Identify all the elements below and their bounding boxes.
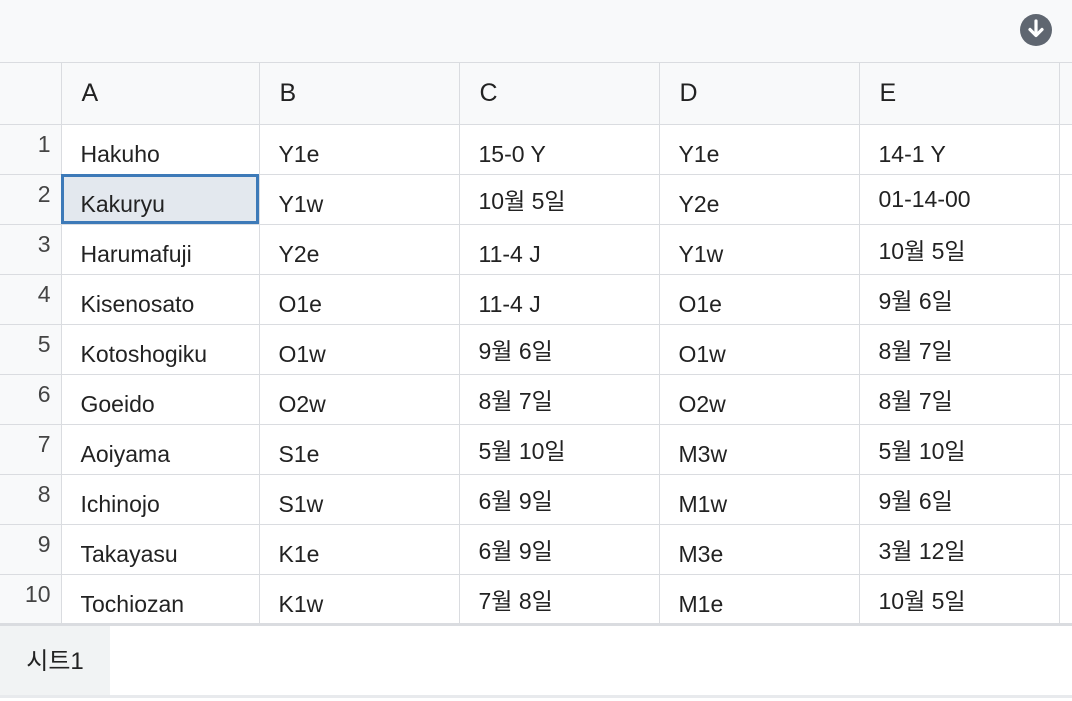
cell-overflow xyxy=(1058,423,1072,475)
cell-b3[interactable]: Y2e xyxy=(258,223,460,275)
cell-c9[interactable]: 6월 9일 xyxy=(458,523,660,575)
table-row: 1 Hakuho Y1e 15-0 Y Y1e 14-1 Y xyxy=(0,123,1072,175)
cell-e1[interactable]: 14-1 Y xyxy=(858,123,1060,175)
table-row: 8 Ichinojo S1w 6월 9일 M1w 9월 6일 xyxy=(0,473,1072,525)
cell-b6[interactable]: O2w xyxy=(258,373,460,425)
cell-e7[interactable]: 5월 10일 xyxy=(858,423,1060,475)
cell-d6[interactable]: O2w xyxy=(658,373,860,425)
row-header[interactable]: 7 xyxy=(0,423,62,475)
cell-c5[interactable]: 9월 6일 xyxy=(458,323,660,375)
cell-d3[interactable]: Y1w xyxy=(658,223,860,275)
cell-overflow xyxy=(1058,173,1072,225)
cell-a6[interactable]: Goeido xyxy=(60,373,260,425)
cell-d5[interactable]: O1w xyxy=(658,323,860,375)
toolbar xyxy=(0,0,1072,63)
cell-a3[interactable]: Harumafuji xyxy=(60,223,260,275)
column-header-row: A B C D E xyxy=(0,63,1072,125)
row-header[interactable]: 1 xyxy=(0,124,62,175)
cell-b10[interactable]: K1w xyxy=(258,573,460,625)
row-header[interactable]: 10 xyxy=(0,573,62,625)
column-header-d[interactable]: D xyxy=(658,63,860,125)
cell-a2[interactable]: Kakuryu xyxy=(60,173,260,225)
cell-c3[interactable]: 11-4 J xyxy=(458,223,660,275)
column-header-c[interactable]: C xyxy=(458,63,660,125)
cell-overflow xyxy=(1058,573,1072,625)
row-header[interactable]: 5 xyxy=(0,323,62,375)
cell-e9[interactable]: 3월 12일 xyxy=(858,523,1060,575)
cell-overflow xyxy=(1058,123,1072,175)
table-row: 7 Aoiyama S1e 5월 10일 M3w 5월 10일 xyxy=(0,423,1072,475)
cell-c8[interactable]: 6월 9일 xyxy=(458,473,660,525)
cell-c10[interactable]: 7월 8일 xyxy=(458,573,660,625)
table-row: 10 Tochiozan K1w 7월 8일 M1e 10월 5일 xyxy=(0,573,1072,625)
cell-overflow xyxy=(1058,473,1072,525)
row-header[interactable]: 2 xyxy=(0,173,62,225)
cell-b5[interactable]: O1w xyxy=(258,323,460,375)
cell-a8[interactable]: Ichinojo xyxy=(60,473,260,525)
cell-b2[interactable]: Y1w xyxy=(258,173,460,225)
table-row: 4 Kisenosato O1e 11-4 J O1e 9월 6일 xyxy=(0,273,1072,325)
sheet-tab-bar: 시트1 xyxy=(0,623,1072,701)
cell-e5[interactable]: 8월 7일 xyxy=(858,323,1060,375)
column-header-overflow xyxy=(1058,63,1072,125)
cell-a1[interactable]: Hakuho xyxy=(60,123,260,175)
row-header[interactable]: 3 xyxy=(0,223,62,275)
table-row: 6 Goeido O2w 8월 7일 O2w 8월 7일 xyxy=(0,373,1072,425)
cell-a5[interactable]: Kotoshogiku xyxy=(60,323,260,375)
cell-c2[interactable]: 10월 5일 xyxy=(458,173,660,225)
cell-b7[interactable]: S1e xyxy=(258,423,460,475)
cell-d7[interactable]: M3w xyxy=(658,423,860,475)
cell-c1[interactable]: 15-0 Y xyxy=(458,123,660,175)
cell-overflow xyxy=(1058,273,1072,325)
row-header[interactable]: 6 xyxy=(0,373,62,425)
cell-overflow xyxy=(1058,373,1072,425)
cell-e3[interactable]: 10월 5일 xyxy=(858,223,1060,275)
row-header[interactable]: 9 xyxy=(0,523,62,575)
table-row: 9 Takayasu K1e 6월 9일 M3e 3월 12일 xyxy=(0,523,1072,575)
cell-b9[interactable]: K1e xyxy=(258,523,460,575)
cell-b4[interactable]: O1e xyxy=(258,273,460,325)
cell-d2[interactable]: Y2e xyxy=(658,173,860,225)
cell-d9[interactable]: M3e xyxy=(658,523,860,575)
cell-overflow xyxy=(1058,523,1072,575)
row-header[interactable]: 4 xyxy=(0,273,62,325)
cell-c6[interactable]: 8월 7일 xyxy=(458,373,660,425)
cell-c7[interactable]: 5월 10일 xyxy=(458,423,660,475)
cell-d8[interactable]: M1w xyxy=(658,473,860,525)
cell-a7[interactable]: Aoiyama xyxy=(60,423,260,475)
spreadsheet-grid: A B C D E 1 Hakuho Y1e 15-0 Y Y1e 14-1 Y 2 Kaku… xyxy=(0,63,1072,625)
cell-e4[interactable]: 9월 6일 xyxy=(858,273,1060,325)
cell-d10[interactable]: M1e xyxy=(658,573,860,625)
cell-e2[interactable]: 01-14-00 xyxy=(858,173,1060,225)
table-row: 2 Kakuryu Y1w 10월 5일 Y2e 01-14-00 xyxy=(0,173,1072,225)
cell-b1[interactable]: Y1e xyxy=(258,123,460,175)
cell-a4[interactable]: Kisenosato xyxy=(60,273,260,325)
sheet-tab[interactable]: 시트1 xyxy=(0,626,110,698)
cell-overflow xyxy=(1058,323,1072,375)
cell-e6[interactable]: 8월 7일 xyxy=(858,373,1060,425)
table-row: 3 Harumafuji Y2e 11-4 J Y1w 10월 5일 xyxy=(0,223,1072,275)
cell-d4[interactable]: O1e xyxy=(658,273,860,325)
cell-e10[interactable]: 10월 5일 xyxy=(858,573,1060,625)
cell-e8[interactable]: 9월 6일 xyxy=(858,473,1060,525)
column-header-e[interactable]: E xyxy=(858,63,1060,125)
cell-a10[interactable]: Tochiozan xyxy=(60,573,260,625)
cell-overflow xyxy=(1058,223,1072,275)
cell-a9[interactable]: Takayasu xyxy=(60,523,260,575)
download-circle-icon xyxy=(1028,19,1044,38)
cell-c4[interactable]: 11-4 J xyxy=(458,273,660,325)
table-row: 5 Kotoshogiku O1w 9월 6일 O1w 8월 7일 xyxy=(0,323,1072,375)
column-header-a[interactable]: A xyxy=(60,63,260,125)
row-header[interactable]: 8 xyxy=(0,473,62,525)
column-header-b[interactable]: B xyxy=(258,63,460,125)
cell-b8[interactable]: S1w xyxy=(258,473,460,525)
cell-d1[interactable]: Y1e xyxy=(658,123,860,175)
download-button[interactable] xyxy=(1020,14,1052,46)
select-all-corner[interactable] xyxy=(0,63,62,125)
